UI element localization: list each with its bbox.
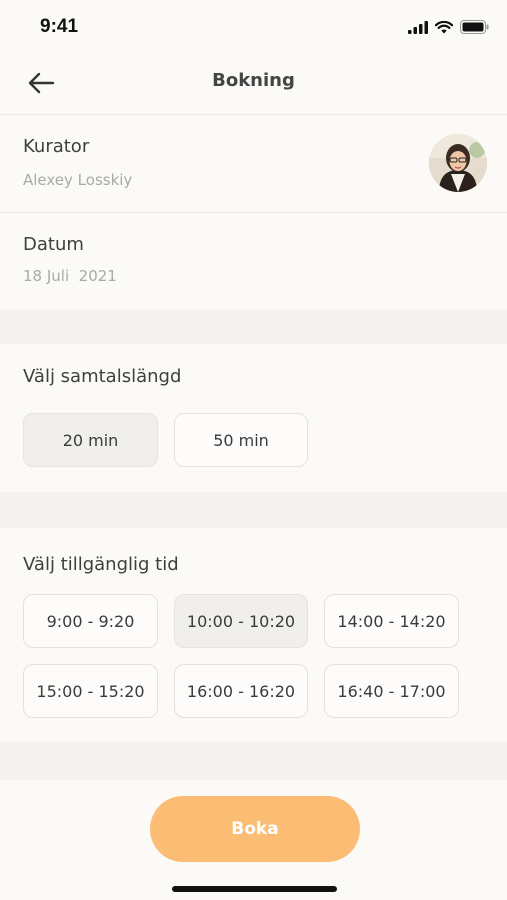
date-label: Datum [23, 234, 84, 255]
battery-icon [460, 20, 489, 34]
time-slot[interactable]: 9:00 - 9:20 [23, 594, 158, 648]
time-slot[interactable]: 16:40 - 17:00 [324, 664, 459, 718]
duration-title: Välj samtalslängd [23, 366, 182, 387]
status-bar: 9:41 [0, 0, 507, 56]
header: Bokning [0, 56, 507, 114]
time-slot[interactable]: 15:00 - 15:20 [23, 664, 158, 718]
time-slot[interactable]: 16:00 - 16:20 [174, 664, 308, 718]
cellular-signal-icon [408, 20, 428, 34]
book-button[interactable]: Boka [150, 796, 360, 862]
section-separator [0, 492, 507, 528]
counselor-name: Alexey Losskiy [23, 171, 133, 189]
duration-option-50[interactable]: 50 min [174, 413, 308, 467]
home-indicator [172, 886, 337, 892]
status-time: 9:41 [40, 16, 79, 37]
time-title: Välj tillgänglig tid [23, 554, 179, 575]
section-separator [0, 742, 507, 780]
time-slot[interactable]: 14:00 - 14:20 [324, 594, 459, 648]
date-value: 18 Juli 2021 [23, 267, 117, 285]
wifi-icon [435, 20, 453, 33]
status-icons [408, 20, 489, 34]
avatar [429, 134, 487, 192]
duration-option-20[interactable]: 20 min [23, 413, 158, 467]
time-slot[interactable]: 10:00 - 10:20 [174, 594, 308, 648]
page-title: Bokning [212, 70, 295, 91]
section-separator [0, 310, 507, 344]
counselor-label: Kurator [23, 136, 90, 157]
date-row: Datum 18 Juli 2021 [0, 212, 507, 310]
